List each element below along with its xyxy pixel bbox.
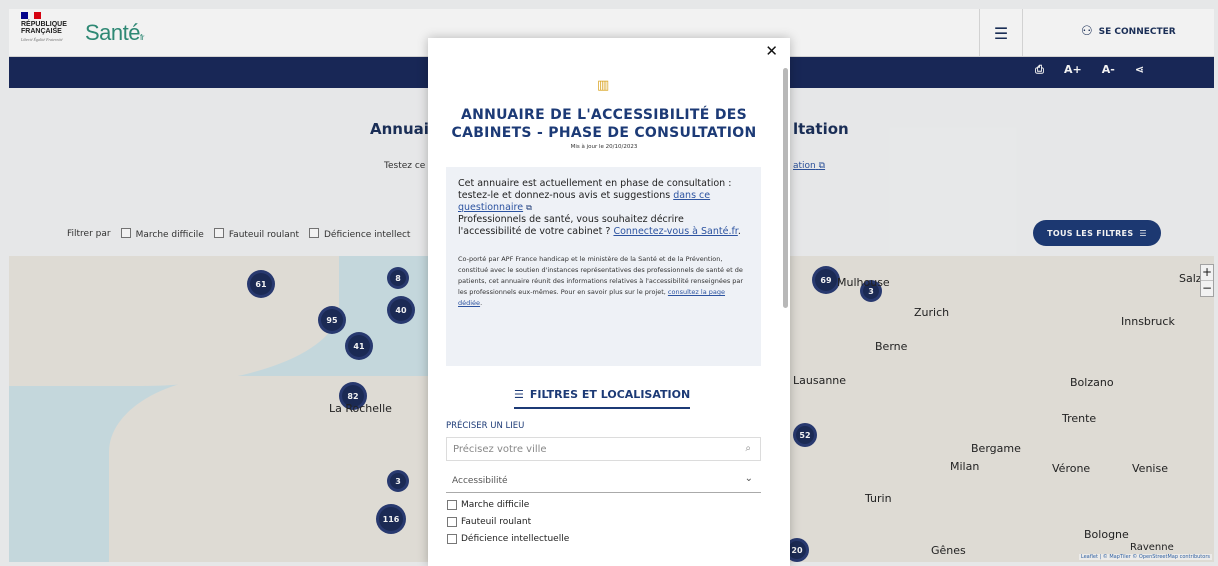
section-title-label: FILTRES ET LOCALISATION [529,388,691,401]
accessibility-select-label: Accessibilité [452,475,508,486]
intro-paragraph-2: Professionnels de santé, vous souhaitez … [458,214,749,238]
project-text-end: . [480,299,483,307]
modal-updated-date: Mis à jour le 20/10/2023 [570,144,638,150]
option-fauteuil-roulant[interactable]: Fauteuil roulant [447,517,531,527]
external-link-icon: ⧉ [526,203,532,212]
intro-text-2-end: . [737,226,741,237]
checkbox[interactable] [447,534,457,544]
option-marche-difficile[interactable]: Marche difficile [447,500,529,510]
intro-paragraph-1: Cet annuaire est actuellement en phase d… [458,178,749,214]
modal-scrollbar[interactable] [783,68,788,308]
city-search-input[interactable]: Précisez votre ville ⌕ [446,437,761,461]
option-label: Marche difficile [461,500,530,510]
close-icon[interactable]: ✕ [765,42,778,60]
connect-sante-link[interactable]: Connectez-vous à Santé.fr [613,226,737,237]
option-deficience-intellectuelle[interactable]: Déficience intellectuelle [447,534,569,544]
intro-box: Cet annuaire est actuellement en phase d… [446,167,761,366]
search-placeholder: Précisez votre ville [453,443,547,455]
consultation-modal: ✕ ▥ ANNUAIRE DE L'ACCESSIBILITÉ DES CABI… [428,38,790,566]
checkbox[interactable] [447,517,457,527]
checkbox[interactable] [447,500,457,510]
map-book-icon: ▥ [597,78,610,93]
accessibility-select[interactable]: Accessibilité ⌄ [446,469,761,493]
modal-title: ANNUAIRE DE L'ACCESSIBILITÉ DES CABINETS… [451,107,757,141]
sliders-icon: ☰ [514,388,524,401]
chevron-down-icon: ⌄ [744,473,753,484]
search-icon[interactable]: ⌕ [745,443,751,454]
option-label: Fauteuil roulant [461,517,532,527]
place-label: PRÉCISER UN LIEU [446,421,525,431]
option-label: Déficience intellectuelle [461,534,570,544]
project-description: Co-porté par APF France handicap et le m… [458,254,749,309]
filters-section-title: ☰ FILTRES ET LOCALISATION [514,388,691,409]
